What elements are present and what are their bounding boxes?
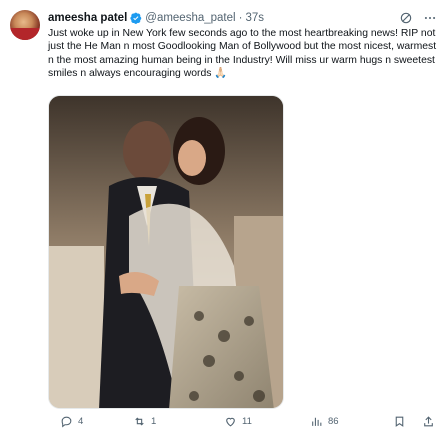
author-handle[interactable]: @ameesha_patel: [145, 12, 235, 24]
separator-dot: ·: [238, 12, 243, 24]
retweet-button[interactable]: 1: [133, 415, 156, 428]
tweet-photo[interactable]: [48, 95, 284, 409]
action-bar: 4 1 11 86: [48, 415, 438, 433]
bookmark-icon: [395, 416, 404, 427]
views-button[interactable]: 86: [310, 415, 339, 428]
retweet-count: 1: [151, 416, 157, 427]
author-name[interactable]: ameesha patel: [48, 12, 127, 24]
reply-icon: [61, 416, 72, 428]
avatar[interactable]: [10, 10, 40, 40]
share-icon: [424, 416, 433, 427]
tweet-header: ameesha patel @ameesha_patel · 37s: [48, 10, 437, 26]
tweet-text: Just woke up in New York few seconds ago…: [48, 28, 437, 80]
verified-badge-icon: [130, 12, 142, 24]
photo-image: [49, 96, 283, 408]
like-icon: [226, 417, 235, 427]
reply-count: 4: [78, 416, 84, 427]
retweet-icon: [135, 417, 144, 426]
timestamp[interactable]: 37s: [245, 12, 264, 24]
bookmark-button[interactable]: [393, 415, 406, 428]
like-count: 11: [242, 416, 252, 427]
reply-button[interactable]: 4: [60, 415, 83, 428]
views-icon: [312, 417, 322, 426]
grok-icon[interactable]: [399, 11, 413, 25]
more-icon[interactable]: [423, 11, 437, 25]
share-button[interactable]: [422, 415, 435, 428]
like-button[interactable]: 11: [224, 415, 252, 428]
views-count: 86: [328, 416, 339, 427]
